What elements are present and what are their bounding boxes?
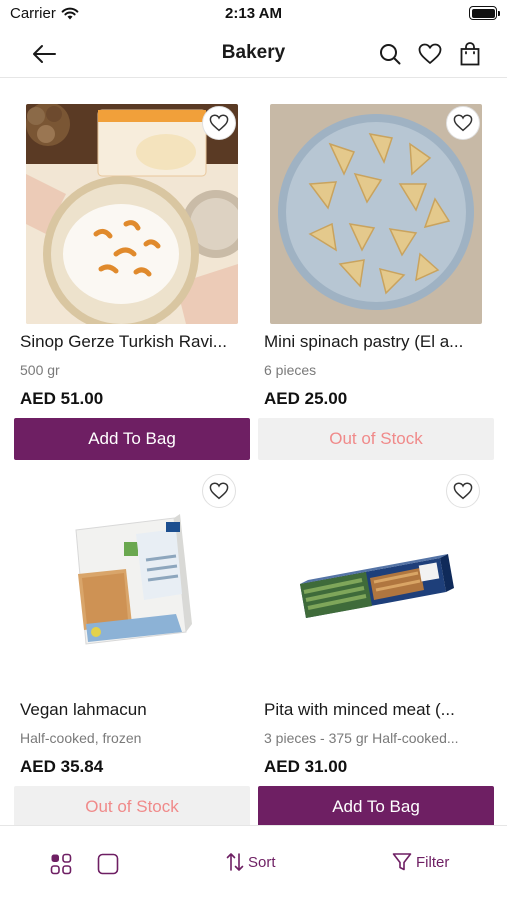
product-price: AED 31.00 — [264, 757, 348, 776]
arrow-left-icon — [33, 45, 56, 63]
nav-bar: Bakery — [0, 30, 507, 78]
filter-icon — [392, 853, 412, 871]
product-description: 6 pieces — [264, 362, 317, 378]
product-image[interactable] — [26, 104, 238, 324]
sort-icon — [226, 853, 244, 871]
status-bar: Carrier 2:13 AM — [0, 0, 507, 28]
favorite-button[interactable] — [202, 474, 236, 508]
product-image[interactable] — [270, 474, 482, 694]
product-name[interactable]: Vegan lahmacun — [20, 700, 245, 720]
add-to-bag-button[interactable]: Add To Bag — [14, 418, 250, 460]
product-description: 500 gr — [20, 362, 60, 378]
battery-icon — [469, 6, 500, 20]
status-time: 2:13 AM — [225, 5, 282, 22]
product-grid: Sinop Gerze Turkish Ravi... 500 gr AED 5… — [0, 80, 507, 825]
product-description: 3 pieces - 375 gr Half-cooked... — [264, 730, 459, 746]
product-card[interactable]: Vegan lahmacun Half-cooked, frozen AED 3… — [14, 472, 257, 825]
product-description: Half-cooked, frozen — [20, 730, 142, 746]
product-price: AED 25.00 — [264, 389, 348, 408]
product-card[interactable]: Mini spinach pastry (El a... 6 pieces AE… — [258, 102, 501, 462]
bag-button[interactable] — [455, 38, 485, 70]
favorite-button[interactable] — [446, 474, 480, 508]
favorite-button[interactable] — [202, 106, 236, 140]
product-card[interactable]: Pita with minced meat (... 3 pieces - 37… — [258, 472, 501, 825]
heart-icon — [209, 482, 229, 500]
product-price: AED 51.00 — [20, 389, 104, 408]
sort-button[interactable]: Sort — [226, 852, 276, 872]
grid-view-icon[interactable] — [50, 853, 72, 875]
product-name[interactable]: Mini spinach pastry (El a... — [264, 332, 489, 352]
favorites-button[interactable] — [415, 38, 445, 70]
heart-icon — [453, 114, 473, 132]
filter-button[interactable]: Filter — [392, 852, 449, 872]
heart-icon — [209, 114, 229, 132]
single-view-icon[interactable] — [97, 853, 119, 875]
search-button[interactable] — [375, 38, 405, 70]
out-of-stock-button: Out of Stock — [258, 418, 494, 460]
favorite-button[interactable] — [446, 106, 480, 140]
product-image[interactable] — [270, 104, 482, 324]
add-to-bag-button[interactable]: Add To Bag — [258, 786, 494, 825]
search-icon — [380, 44, 401, 65]
bag-icon — [460, 42, 480, 66]
out-of-stock-button: Out of Stock — [14, 786, 250, 825]
heart-icon — [418, 43, 442, 64]
bottom-toolbar: Sort Filter — [0, 825, 507, 900]
product-image[interactable] — [26, 474, 238, 694]
filter-label: Filter — [416, 853, 450, 871]
product-name[interactable]: Sinop Gerze Turkish Ravi... — [20, 332, 245, 352]
heart-icon — [453, 482, 473, 500]
sort-label: Sort — [248, 853, 276, 871]
back-button[interactable] — [28, 38, 60, 70]
product-price: AED 35.84 — [20, 757, 104, 776]
product-card[interactable]: Sinop Gerze Turkish Ravi... 500 gr AED 5… — [14, 102, 257, 462]
product-name[interactable]: Pita with minced meat (... — [264, 700, 489, 720]
